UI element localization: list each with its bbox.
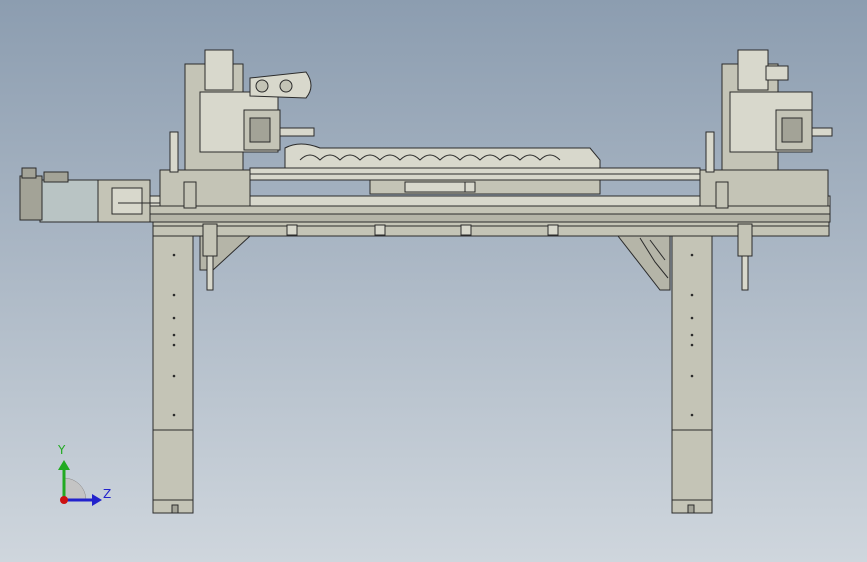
- beam-bolt: [286, 224, 298, 236]
- cad-viewport[interactable]: Y Z: [0, 0, 867, 562]
- left-leg: [152, 235, 194, 514]
- beam-bolt: [547, 224, 559, 236]
- z-axis-label: Z: [103, 487, 112, 501]
- machine-drawing: [0, 0, 867, 562]
- right-leg-foot: [687, 504, 695, 514]
- origin-point-icon: [60, 496, 68, 504]
- main-beam: [152, 221, 830, 237]
- beam-bolt: [460, 224, 472, 236]
- servo-motor-body: [39, 179, 99, 223]
- cable-chain: [284, 143, 601, 169]
- left-leg-foot: [171, 504, 179, 514]
- y-axis-label: Y: [58, 443, 66, 457]
- servo-motor-cap: [19, 175, 43, 221]
- right-leg: [671, 235, 713, 514]
- beam-bolt: [374, 224, 386, 236]
